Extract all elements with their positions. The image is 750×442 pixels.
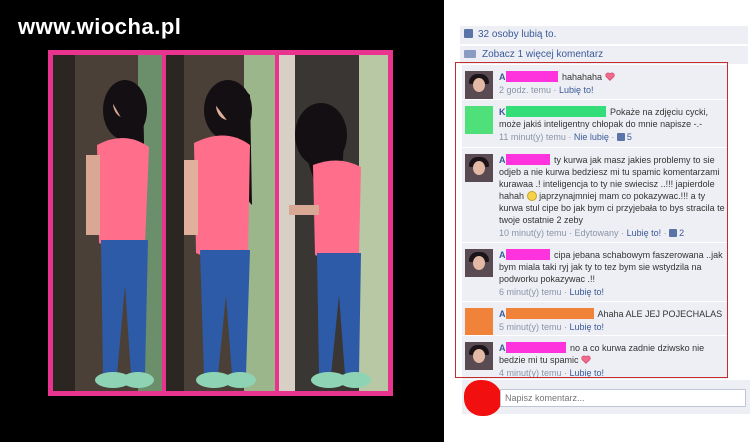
comment-time[interactable]: 4 minut(y) temu <box>499 368 562 378</box>
comment-text: Ahaha ALE JEJ POJECHALAS <box>597 309 723 319</box>
like-link[interactable]: Lubię to! <box>570 287 605 297</box>
comment-time[interactable]: 5 minut(y) temu <box>499 322 562 332</box>
comment-input[interactable] <box>500 389 746 407</box>
redaction-block <box>505 106 606 117</box>
likes-summary[interactable]: 32 osoby lubią to. <box>460 26 748 44</box>
thumb-up-icon <box>464 29 473 38</box>
comment-time[interactable]: 10 minut(y) temu <box>499 228 567 238</box>
photo-collage[interactable] <box>48 50 393 396</box>
comment-body: A cipa jebana schabowym faszerowana ..ja… <box>499 249 725 298</box>
avatar[interactable] <box>465 249 493 277</box>
heart-icon <box>604 72 615 81</box>
heart-icon <box>581 355 591 364</box>
avatar[interactable] <box>465 342 493 370</box>
comment-meta: 10 minut(y) temu · Edytowany · Lubię to!… <box>499 228 685 238</box>
photo-area: www.wiocha.pl <box>0 0 444 442</box>
comment-item: A ty kurwa jak masz jakies problemy to s… <box>462 147 728 242</box>
comment-item: A no a co kurwa zadnie dziwsko nie bedzi… <box>462 335 728 379</box>
view-more-comments[interactable]: Zobacz 1 więcej komentarz <box>460 46 748 64</box>
comment-body: A ty kurwa jak masz jakies problemy to s… <box>499 154 725 239</box>
comment-time[interactable]: 11 minut(y) temu <box>499 132 566 142</box>
comment-text: hahahaha <box>562 72 603 82</box>
comment-author[interactable]: K <box>499 106 608 117</box>
unlike-link[interactable]: Nie lubię <box>574 132 609 142</box>
comments-panel: 32 osoby lubią to. Zobacz 1 więcej komen… <box>444 0 750 442</box>
like-link[interactable]: Lubię to! <box>559 85 594 95</box>
comment-body: A Ahaha ALE JEJ POJECHALAS 5 minut(y) te… <box>499 308 725 333</box>
comment-meta: 5 minut(y) temu · Lubię to! <box>499 322 605 332</box>
avatar[interactable] <box>465 154 493 182</box>
thumb-up-icon <box>616 133 625 141</box>
comment-time[interactable]: 2 godz. temu <box>499 85 551 95</box>
smiley-icon <box>526 191 537 201</box>
like-count[interactable]: 2 <box>669 228 684 238</box>
comment-item: A hahahaha 2 godz. temu · Lubię to! <box>462 64 728 99</box>
likes-text[interactable]: 32 osoby lubią to. <box>478 29 556 40</box>
comment-author[interactable]: A <box>499 342 568 353</box>
comment-author[interactable]: A <box>499 71 560 82</box>
redaction-block <box>505 249 550 260</box>
comment-meta: 4 minut(y) temu · Lubię to! <box>499 368 605 378</box>
redaction-block <box>505 342 566 353</box>
photo-3 <box>279 55 388 391</box>
thumb-up-icon <box>669 229 678 237</box>
comment-meta: 6 minut(y) temu · Lubię to! <box>499 287 605 297</box>
comment-body: A no a co kurwa zadnie dziwsko nie bedzi… <box>499 342 725 379</box>
like-link[interactable]: Lubię to! <box>570 322 605 332</box>
comment-item: A Ahaha ALE JEJ POJECHALAS 5 minut(y) te… <box>462 301 728 336</box>
site-watermark: www.wiocha.pl <box>18 14 182 39</box>
comment-meta: 11 minut(y) temu · Nie lubię · 5 <box>499 132 632 142</box>
redaction-block <box>505 308 594 319</box>
avatar[interactable] <box>465 106 493 134</box>
like-count[interactable]: 5 <box>616 132 632 142</box>
comment-composer <box>462 380 750 416</box>
view-more-comments-label[interactable]: Zobacz 1 więcej komentarz <box>482 49 603 60</box>
comment-time[interactable]: 6 minut(y) temu <box>499 287 562 297</box>
comment-author[interactable]: A <box>499 154 552 165</box>
comment-item: A cipa jebana schabowym faszerowana ..ja… <box>462 242 728 301</box>
edited-label: Edytowany <box>574 228 619 238</box>
like-link[interactable]: Lubię to! <box>627 228 662 238</box>
comment-meta: 2 godz. temu · Lubię to! <box>499 85 594 95</box>
avatar[interactable] <box>465 71 493 99</box>
redaction-block <box>505 71 558 82</box>
photo-2 <box>166 55 275 391</box>
photo-1 <box>53 55 162 391</box>
redaction-block <box>505 154 550 165</box>
comment-icon <box>464 50 476 58</box>
comment-item: K Pokaże na zdjęciu cycki, może jakiś in… <box>462 99 728 147</box>
comment-body: K Pokaże na zdjęciu cycki, może jakiś in… <box>499 106 725 143</box>
like-link[interactable]: Lubię to! <box>570 368 605 378</box>
comment-body: A hahahaha 2 godz. temu · Lubię to! <box>499 71 725 96</box>
comment-author[interactable]: A <box>499 308 596 319</box>
avatar <box>464 380 502 416</box>
avatar[interactable] <box>465 308 493 336</box>
comment-author[interactable]: A <box>499 249 552 260</box>
